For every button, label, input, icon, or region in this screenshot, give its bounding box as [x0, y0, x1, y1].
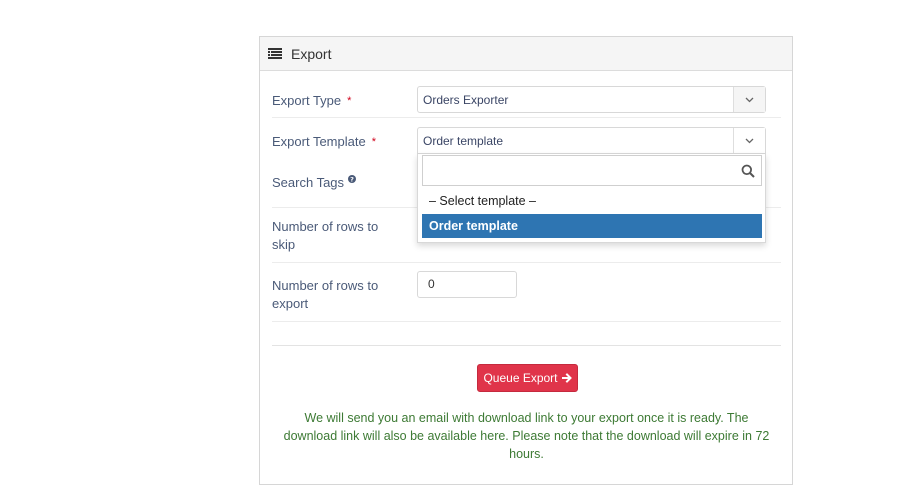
- search-tags-label-text: Search Tags: [272, 175, 345, 190]
- note-line-2: download link will also be available her…: [283, 429, 770, 443]
- export-template-label-text: Export Template: [272, 134, 366, 149]
- arrow-right-icon: [561, 373, 572, 383]
- rows-to-export-input[interactable]: 0: [417, 271, 517, 298]
- export-type-caret[interactable]: [733, 87, 765, 112]
- question-circle-icon[interactable]: ?: [348, 175, 357, 183]
- template-option-selected[interactable]: Order template: [422, 214, 762, 238]
- rows-to-export-label: Number of rows to export: [272, 277, 378, 313]
- rows-to-export-row: Number of rows to export 0: [272, 262, 781, 322]
- export-template-select[interactable]: Order template: [417, 127, 766, 154]
- export-template-label: Export Template *: [272, 133, 376, 151]
- export-template-value: Order template: [423, 133, 504, 148]
- export-panel: Export Export Type * Orders Exporter Expo…: [259, 36, 793, 485]
- note-line-1: We will send you an email with download …: [304, 411, 749, 425]
- export-type-select[interactable]: Orders Exporter: [417, 86, 766, 113]
- rows-to-skip-label: Number of rows to skip: [272, 218, 378, 254]
- rows-to-skip-label-line1: Number of rows to: [272, 219, 379, 234]
- template-dropdown: – Select template – Order template: [417, 154, 766, 243]
- export-template-caret[interactable]: [733, 128, 765, 153]
- panel-header: Export: [260, 37, 792, 71]
- export-type-label: Export Type *: [272, 92, 351, 110]
- export-type-value: Orders Exporter: [423, 92, 509, 107]
- export-type-label-text: Export Type: [272, 93, 342, 108]
- svg-text:?: ?: [350, 175, 354, 183]
- template-option[interactable]: – Select template –: [422, 189, 762, 213]
- export-info-note: We will send you an email with download …: [272, 409, 781, 463]
- queue-export-button[interactable]: Queue Export: [477, 364, 578, 392]
- export-type-row: Export Type * Orders Exporter: [272, 71, 781, 118]
- search-icon: [741, 164, 755, 178]
- search-tags-label: Search Tags?: [272, 174, 357, 192]
- required-marker: *: [347, 95, 352, 107]
- required-marker: *: [371, 136, 376, 148]
- rows-to-export-label-line1: Number of rows to: [272, 278, 379, 293]
- divider: [272, 345, 781, 346]
- rows-to-skip-label-line2: skip: [272, 237, 296, 252]
- queue-export-label: Queue Export: [483, 371, 558, 385]
- rows-to-export-label-line2: export: [272, 296, 309, 311]
- panel-title: Export: [291, 45, 332, 62]
- list-icon: [268, 48, 282, 59]
- template-search-input[interactable]: [422, 155, 762, 186]
- chevron-down-icon: [745, 138, 754, 143]
- chevron-down-icon: [745, 97, 754, 102]
- note-line-3: hours.: [509, 447, 544, 461]
